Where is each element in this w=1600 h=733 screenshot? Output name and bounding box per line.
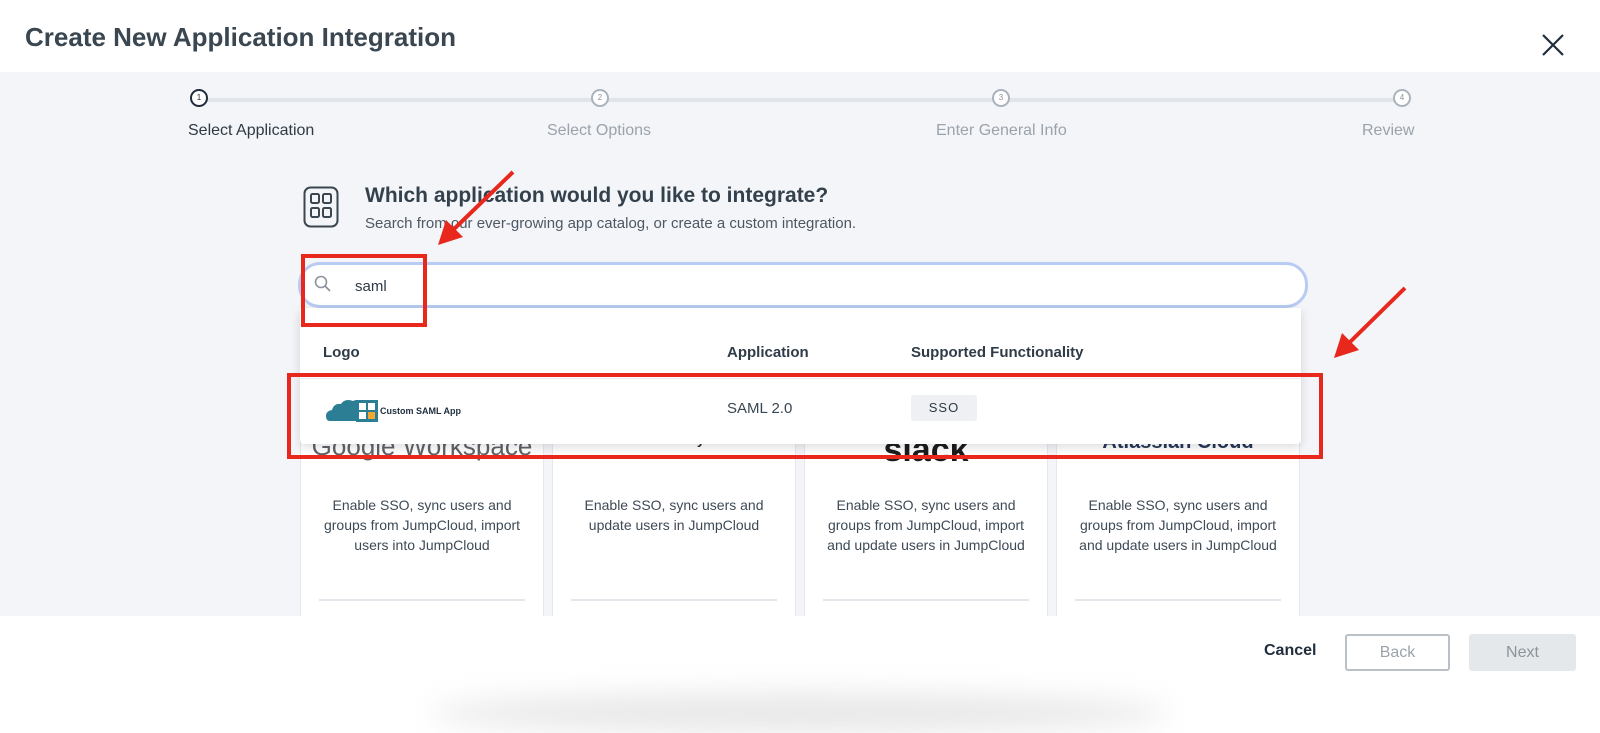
question-title: Which application would you like to inte…: [365, 184, 829, 207]
search-input[interactable]: [353, 273, 1257, 299]
close-icon[interactable]: [1538, 30, 1568, 60]
column-header-functionality: Supported Functionality: [911, 344, 1084, 361]
card-description: Enable SSO, sync users and groups from J…: [323, 497, 521, 553]
card-description: Enable SSO, sync users and groups from J…: [827, 497, 1025, 553]
cancel-button[interactable]: Cancel: [1264, 642, 1316, 660]
step-label: Select Options: [547, 122, 652, 139]
column-header-logo: Logo: [323, 344, 360, 361]
step-number: 1: [190, 89, 208, 107]
dialog-header: Create New Application Integration: [0, 0, 1600, 72]
card-divider: [1075, 599, 1281, 601]
back-button[interactable]: Back: [1345, 634, 1450, 671]
dialog-body: 1 Select Application 2 Select Options 3 …: [0, 72, 1600, 616]
annotation-box-search: [301, 254, 427, 327]
step-number: 3: [992, 89, 1010, 107]
next-button[interactable]: Next: [1469, 634, 1576, 671]
column-header-application: Application: [727, 344, 809, 361]
bottom-shadow: [430, 693, 1170, 733]
card-divider: [823, 599, 1029, 601]
question-subtitle: Search from our ever-growing app catalog…: [365, 215, 857, 232]
card-description: Enable SSO, sync users and groups from J…: [1079, 497, 1277, 553]
card-divider: [319, 599, 525, 601]
annotation-box-result: [287, 373, 1323, 459]
search-field[interactable]: [298, 262, 1308, 308]
app-grid-icon: [303, 186, 345, 228]
step-label: Review: [1362, 122, 1415, 139]
card-divider: [571, 599, 777, 601]
step-label: Select Application: [188, 122, 315, 139]
step-number: 4: [1393, 89, 1411, 107]
dialog-title: Create New Application Integration: [25, 22, 456, 52]
step-number: 2: [591, 89, 609, 107]
step-label: Enter General Info: [936, 122, 1067, 139]
stepper-track: [200, 98, 1400, 102]
card-description: Enable SSO, sync users and update users …: [584, 497, 764, 533]
